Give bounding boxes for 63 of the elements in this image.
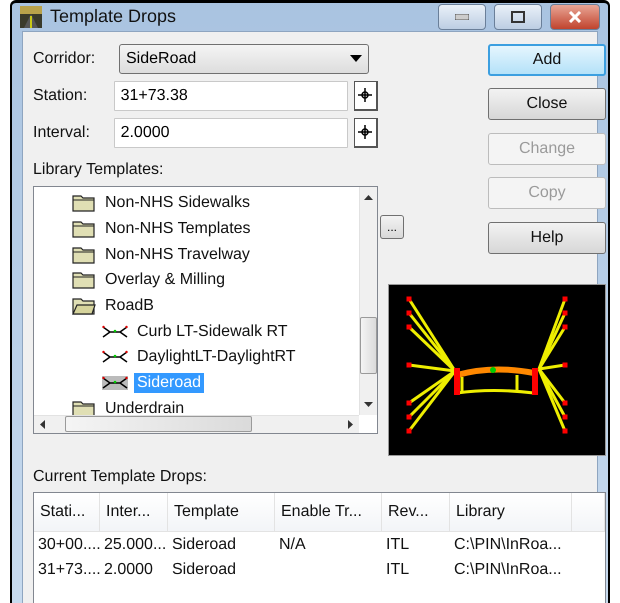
tree-item[interactable]: Underdrain (102, 398, 188, 414)
road-icon (20, 6, 42, 28)
table-cell-text: C:\PIN\InRoa... (453, 560, 563, 580)
pick-button[interactable] (354, 80, 378, 110)
section-label: Current Template Drops: (33, 468, 208, 486)
template-icon (102, 376, 128, 390)
table-cell-text: ITL (385, 560, 410, 580)
table-cell-text: 30+00.... (37, 535, 100, 555)
maximize-button[interactable] (494, 4, 542, 30)
column-header[interactable]: Enable Tr... (275, 493, 382, 532)
tree-item[interactable]: Non-NHS Templates (102, 219, 254, 240)
table-cell-text: Sideroad (171, 560, 238, 580)
tree-item[interactable]: Overlay & Milling (102, 270, 228, 290)
right-arrow-icon (348, 420, 353, 428)
field-label: Station: (33, 86, 88, 104)
field-label: Interval: (33, 124, 91, 142)
up-arrow-icon (364, 194, 373, 200)
close-icon (568, 10, 582, 23)
table-cell-text: 25.000... (103, 535, 168, 555)
dialog-button[interactable]: Help (488, 222, 606, 254)
dialog-button[interactable]: Close (488, 88, 606, 120)
column-header[interactable]: Template (168, 493, 275, 532)
table-cell-text: 2.0000 (103, 560, 154, 580)
horizontal-scrollbar[interactable] (34, 414, 359, 432)
vertical-scrollbar[interactable] (359, 186, 377, 414)
scrollbar-thumb[interactable] (360, 317, 377, 374)
pick-button[interactable] (354, 118, 378, 148)
tree-item[interactable]: RoadB (102, 296, 157, 316)
table-cell-text: Sideroad (171, 535, 238, 555)
column-header[interactable]: Rev... (382, 493, 450, 532)
table-cell-text: 31+73.... (37, 560, 100, 580)
table-cell-text: ITL (385, 535, 410, 555)
crosshair-icon (358, 88, 372, 102)
dropdown-arrow-icon (350, 55, 362, 62)
tree-item[interactable]: Non-NHS Travelway (102, 244, 253, 265)
template-tree[interactable]: Non-NHS Sidewalks Non-NHS Templates Non-NHS Travelway Overlay & Milling RoadB Curb LT-Sidewalk RT DaylightLT-DaylightRT Sideroad Underdrain (33, 186, 378, 434)
crosshair-icon (358, 125, 372, 139)
dialog-button[interactable]: Add (488, 44, 606, 76)
field-label: Corridor: (33, 50, 96, 68)
column-header[interactable]: Stati... (34, 493, 100, 532)
section-label: Library Templates: (33, 160, 164, 178)
minimize-button[interactable] (438, 4, 486, 30)
tree-item[interactable]: Non-NHS Sidewalks (102, 193, 253, 214)
column-header[interactable]: Library (450, 493, 572, 532)
input-field[interactable]: 31+73.38 (114, 80, 348, 110)
corridor-dropdown[interactable]: SideRoad (119, 44, 369, 74)
input-field[interactable]: 2.0000 (114, 118, 348, 148)
table-cell-text: N/A (278, 535, 307, 555)
close-window-button[interactable] (550, 4, 600, 30)
table-cell-text: C:\PIN\InRoa... (453, 535, 563, 555)
left-arrow-icon (40, 420, 45, 428)
column-header[interactable]: Inter... (100, 493, 168, 532)
maximize-icon (511, 10, 525, 23)
template-icon (102, 350, 128, 364)
template-icon (102, 324, 128, 339)
scrollbar-thumb[interactable] (65, 416, 252, 432)
tree-item[interactable]: Curb LT-Sidewalk RT (134, 322, 291, 342)
browse-button[interactable]: ... (380, 215, 404, 239)
down-arrow-icon (364, 402, 373, 406)
window-title: Template Drops (50, 6, 178, 28)
tree-item[interactable]: DaylightLT-DaylightRT (134, 347, 299, 368)
minimize-icon (455, 14, 469, 20)
header-filler (572, 493, 605, 532)
